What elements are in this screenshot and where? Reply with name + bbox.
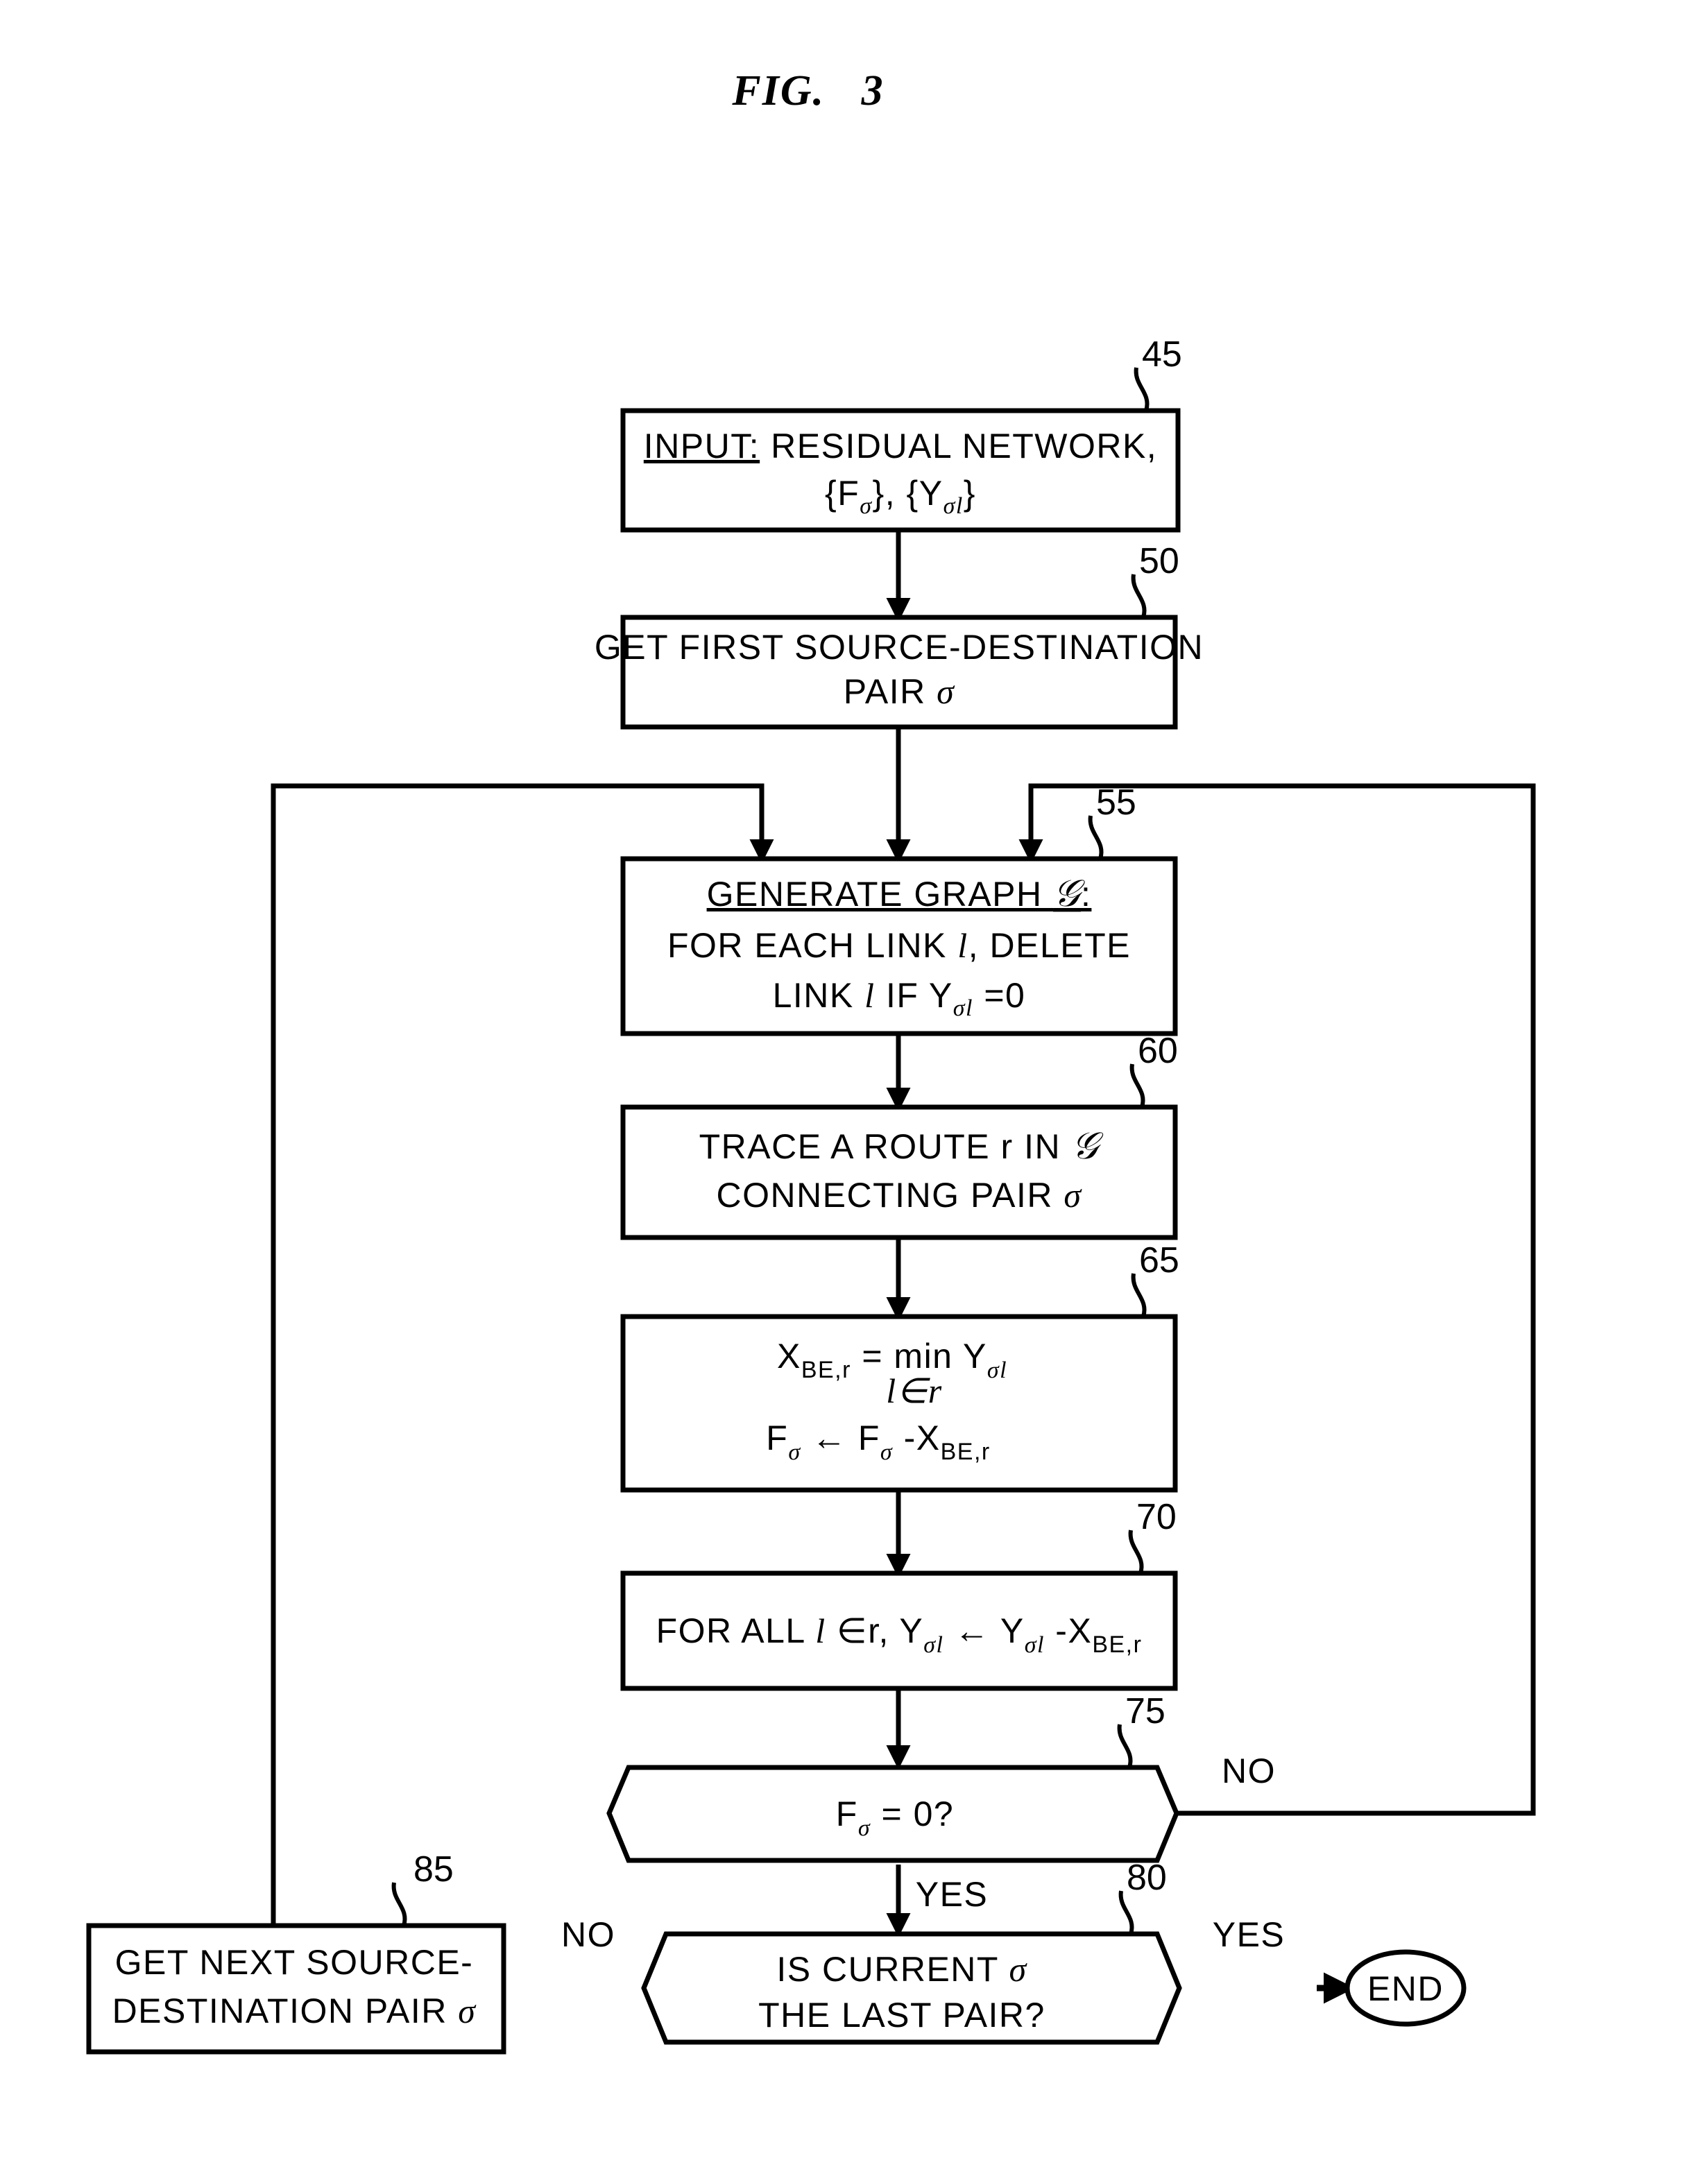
node-50-line-2: PAIR σ: [844, 672, 955, 711]
node-65-compute-x-be-r: XBE,r = min Yσl l∈r Fσ ← Fσ -XBE,r 65: [620, 1240, 1179, 1493]
node-45-line-1: INPUT: RESIDUAL NETWORK,: [644, 427, 1157, 465]
edge-label-75-no: NO: [1222, 1751, 1276, 1790]
node-45-ref: 45: [1142, 334, 1182, 375]
node-80-ref: 80: [1127, 1858, 1167, 1898]
end-label: END: [1367, 1969, 1444, 2008]
node-55-ref: 55: [1096, 782, 1136, 823]
node-75-ref: 75: [1125, 1691, 1165, 1731]
node-55-line-2: FOR EACH LINK l, DELETE: [667, 926, 1131, 965]
node-65-line-2: l∈r: [886, 1371, 942, 1410]
node-75-decision-f-sigma-zero: Fσ = 0? 75 NO YES: [606, 1691, 1276, 1914]
node-50-line-1: GET FIRST SOURCE-DESTINATION: [595, 628, 1204, 667]
edge-label-80-yes: YES: [1213, 1915, 1286, 1954]
node-70-ref: 70: [1136, 1497, 1177, 1537]
node-85-ref: 85: [413, 1849, 454, 1890]
patent-figure-sheet: FIG. 3 INPUT: RESIDUAL NETWORK, {Fσ}, {Y…: [0, 0, 1708, 2167]
node-55-line-3: LINK l IF Yσl =0: [773, 976, 1026, 1021]
node-80-line-1: IS CURRENT σ: [776, 1950, 1027, 1989]
node-50-ref: 50: [1139, 541, 1179, 581]
node-60-line-1: TRACE A ROUTE r IN 𝒢: [699, 1125, 1104, 1167]
node-85-leader-line: [391, 1882, 407, 1926]
node-60-line-2: CONNECTING PAIR σ: [716, 1176, 1082, 1215]
flowchart-canvas: INPUT: RESIDUAL NETWORK, {Fσ}, {Yσl} 45 G…: [86, 334, 1536, 2055]
node-85-line-1: GET NEXT SOURCE-: [115, 1943, 474, 1982]
node-55-line-1: GENERATE GRAPH 𝒢:: [707, 873, 1092, 914]
node-80-line-2: THE LAST PAIR?: [758, 1996, 1045, 2035]
node-end-terminator: END: [1344, 1949, 1467, 2027]
edge-label-75-yes: YES: [916, 1875, 989, 1914]
node-85-get-next-pair: GET NEXT SOURCE- DESTINATION PAIR σ 85: [86, 1849, 506, 2055]
node-60-ref: 60: [1138, 1031, 1178, 1071]
node-45-input-residual-network: INPUT: RESIDUAL NETWORK, {Fσ}, {Yσl} 45: [620, 334, 1182, 533]
node-65-ref: 65: [1139, 1240, 1179, 1280]
edge-label-80-no: NO: [561, 1915, 615, 1954]
node-85-line-2: DESTINATION PAIR σ: [112, 1992, 477, 2030]
